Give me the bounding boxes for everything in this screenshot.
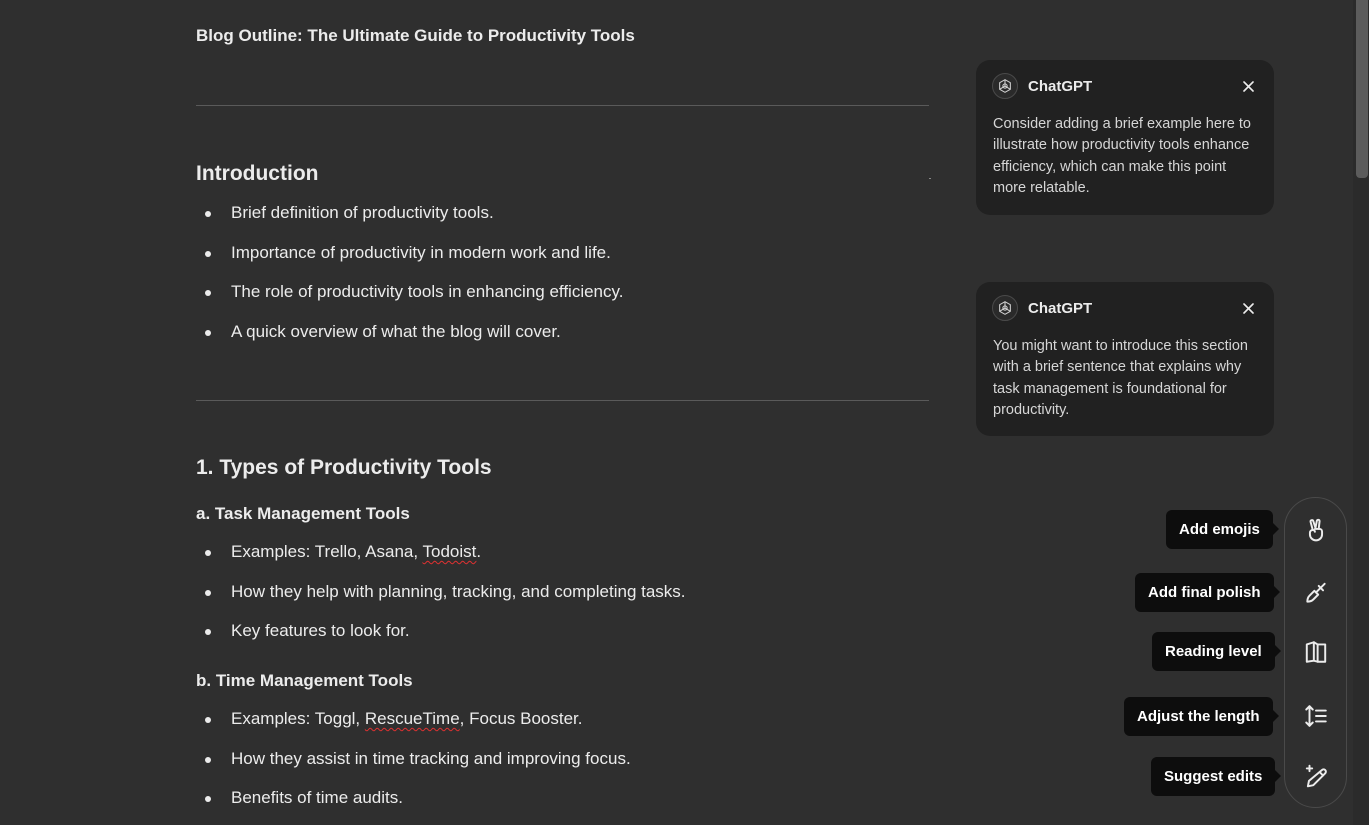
- bullet-dot: [205, 589, 211, 596]
- spellcheck-word[interactable]: Todoist: [423, 542, 477, 561]
- openai-logo-icon: [992, 295, 1018, 321]
- tooltip-suggest-edits: Suggest edits: [1151, 757, 1282, 796]
- tooltip-add-emojis: Add emojis: [1166, 510, 1279, 549]
- list-item[interactable]: How they assist in time tracking and imp…: [196, 749, 631, 789]
- pencil-sparkle-icon: [1305, 764, 1327, 788]
- section-heading-introduction[interactable]: Introduction: [196, 162, 318, 186]
- list-item[interactable]: Brief definition of productivity tools.: [196, 203, 623, 243]
- subheading-time-management[interactable]: b. Time Management Tools: [196, 671, 413, 691]
- tooltip-adjust-length: Adjust the length: [1124, 697, 1278, 736]
- openai-logo-icon: [992, 73, 1018, 99]
- time-management-list: Examples: Toggl, RescueTime, Focus Boost…: [196, 709, 631, 825]
- paintbrush-icon: [1306, 582, 1326, 603]
- comment-author: ChatGPT: [1028, 299, 1093, 317]
- list-item[interactable]: Key features to look for.: [196, 621, 686, 661]
- scrollbar-thumb[interactable]: [1356, 0, 1368, 178]
- add-final-polish-button[interactable]: [1300, 577, 1332, 609]
- divider: [196, 105, 929, 106]
- list-item[interactable]: Examples: Trello, Asana, Todoist.: [196, 542, 686, 582]
- bullet-dot: [205, 290, 211, 297]
- comment-anchor-marker: [929, 178, 931, 179]
- list-item[interactable]: A quick overview of what the blog will c…: [196, 322, 623, 362]
- close-icon[interactable]: [1240, 78, 1256, 94]
- close-icon[interactable]: [1240, 300, 1256, 316]
- list-item[interactable]: The role of productivity tools in enhanc…: [196, 282, 623, 322]
- bullet-dot: [205, 629, 211, 636]
- spellcheck-word[interactable]: RescueTime: [365, 709, 460, 728]
- canvas-editor: Blog Outline: The Ultimate Guide to Prod…: [0, 0, 1369, 825]
- divider: [196, 400, 929, 401]
- add-emojis-button[interactable]: [1300, 514, 1332, 546]
- bullet-dot: [205, 330, 211, 337]
- tooltip-add-final-polish: Add final polish: [1135, 573, 1279, 612]
- comment-card[interactable]: ChatGPT Consider adding a brief example …: [976, 60, 1274, 215]
- bullet-dot: [205, 211, 211, 217]
- bullet-dot: [205, 550, 211, 556]
- adjust-length-button[interactable]: [1300, 700, 1332, 732]
- comment-card[interactable]: ChatGPT You might want to introduce this…: [976, 282, 1274, 436]
- list-item[interactable]: Importance of productivity in modern wor…: [196, 243, 623, 283]
- text-height-icon: [1305, 705, 1327, 727]
- comment-text: Consider adding a brief example here to …: [993, 116, 1251, 196]
- comment-header: ChatGPT: [992, 295, 1092, 321]
- bullet-dot: [205, 756, 211, 763]
- section-heading-types[interactable]: 1. Types of Productivity Tools: [196, 456, 492, 480]
- document-title[interactable]: Blog Outline: The Ultimate Guide to Prod…: [196, 26, 635, 46]
- comment-header: ChatGPT: [992, 73, 1092, 99]
- task-management-list: Examples: Trello, Asana, Todoist. How th…: [196, 542, 686, 661]
- bullet-dot: [205, 250, 211, 257]
- bullet-dot: [205, 717, 211, 723]
- list-item[interactable]: Benefits of time audits.: [196, 788, 631, 825]
- suggest-edits-button[interactable]: [1300, 760, 1332, 792]
- tooltip-reading-level: Reading level: [1152, 632, 1281, 671]
- peace-hand-icon: [1308, 518, 1324, 542]
- introduction-list: Brief definition of productivity tools. …: [196, 203, 623, 362]
- bullet-dot: [205, 796, 211, 803]
- comment-author: ChatGPT: [1028, 77, 1093, 95]
- subheading-task-management[interactable]: a. Task Management Tools: [196, 504, 410, 524]
- book-icon: [1305, 641, 1327, 663]
- list-item[interactable]: Examples: Toggl, RescueTime, Focus Boost…: [196, 709, 631, 749]
- comment-text: You might want to introduce this section…: [993, 338, 1248, 418]
- list-item[interactable]: How they help with planning, tracking, a…: [196, 582, 686, 622]
- reading-level-button[interactable]: [1300, 636, 1332, 668]
